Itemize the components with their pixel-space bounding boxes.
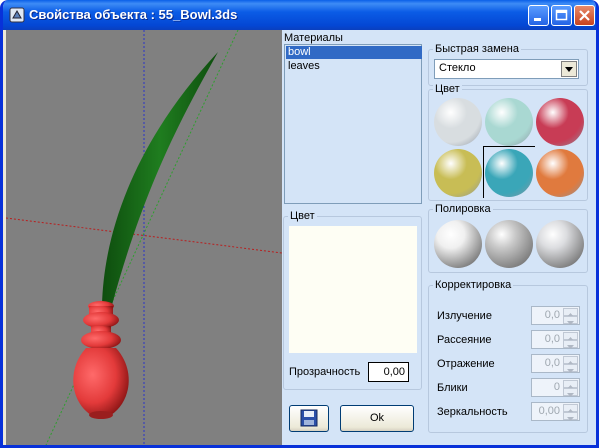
spin-up-button[interactable] [563,380,578,389]
spin-down-button[interactable] [563,364,578,373]
minimize-icon [534,18,541,21]
color-group-title: Цвет [288,210,317,223]
spin-down-button[interactable] [563,316,578,325]
color-preset-ball[interactable] [485,98,533,146]
3d-viewport[interactable] [6,30,282,445]
leaf-shape [102,52,218,305]
correction-spinbox[interactable]: 0,0 [531,330,580,349]
quick-replace-value: Стекло [439,62,476,74]
color-preset-ball[interactable] [434,98,482,146]
correction-label: Излучение [437,310,492,322]
save-button[interactable] [289,405,329,432]
color-presets-title: Цвет [433,83,462,96]
spin-down-button[interactable] [563,340,578,349]
chevron-down-icon [565,67,573,72]
close-button[interactable] [574,5,595,26]
transparency-input[interactable]: 0,00 [368,362,409,382]
spin-up-button[interactable] [563,356,578,365]
spinbox-value: 0,00 [538,405,560,417]
dropdown-button[interactable] [561,61,577,77]
polish-ball[interactable] [536,220,584,268]
floppy-disk-icon [300,409,318,427]
vase-shape [73,301,129,419]
spinbox-value: 0 [553,381,560,393]
correction-spinbox[interactable]: 0,00 [531,402,580,421]
spinbox-value: 0,0 [544,333,560,345]
color-preset-ball[interactable] [536,149,584,197]
color-preview-swatch[interactable] [289,226,417,353]
correction-title: Корректировка [433,279,514,292]
polish-title: Полировка [433,203,493,216]
correction-label: Отражение [437,358,495,370]
correction-spinbox[interactable]: 0 [531,378,580,397]
list-item-bowl[interactable]: bowl [286,46,422,59]
color-preset-ball[interactable] [536,98,584,146]
spin-up-button[interactable] [563,308,578,317]
spinbox-value: 0,0 [544,357,560,369]
spin-down-button[interactable] [563,388,578,397]
close-icon [579,10,590,21]
viewport-scene [6,30,282,445]
polish-ball[interactable] [485,220,533,268]
maximize-icon [555,9,568,21]
ok-button[interactable]: Ok [340,405,414,432]
app-icon [9,7,25,23]
correction-label: Блики [437,382,468,394]
color-preset-ball[interactable] [485,149,533,197]
materials-list[interactable]: bowl leaves [284,44,422,204]
window-title: Свойства объекта : 55_Bowl.3ds [29,7,238,22]
correction-spinbox[interactable]: 0,0 [531,354,580,373]
minimize-button[interactable] [528,5,549,26]
correction-label: Зеркальность [437,406,508,418]
materials-label: Материалы [284,32,343,44]
spin-up-button[interactable] [563,332,578,341]
polish-ball[interactable] [434,220,482,268]
transparency-label: Прозрачность [289,366,361,378]
title-bar[interactable]: Свойства объекта : 55_Bowl.3ds [3,0,596,30]
correction-spinbox[interactable]: 0,0 [531,306,580,325]
list-item-leaves[interactable]: leaves [286,60,422,73]
maximize-button[interactable] [551,5,572,26]
spin-down-button[interactable] [563,412,578,421]
quick-replace-title: Быстрая замена [433,43,521,56]
quick-replace-select[interactable]: Стекло [434,59,579,79]
color-preset-ball[interactable] [434,149,482,197]
spin-up-button[interactable] [563,404,578,413]
spinbox-value: 0,0 [544,309,560,321]
correction-label: Рассеяние [437,334,492,346]
